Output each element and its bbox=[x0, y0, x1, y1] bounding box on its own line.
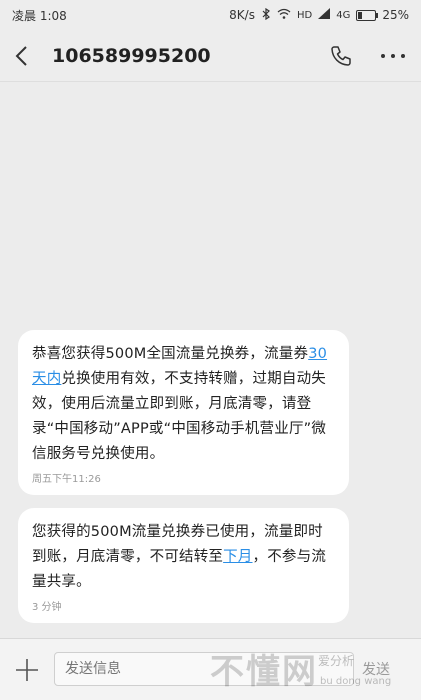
status-bar: 凌晨 1:08 8K/s HD 4G 25% bbox=[0, 0, 421, 30]
message-text: 您获得的500M流量兑换券已使用，流量即时到账，月底清零，不可结转至下月，不参与… bbox=[32, 520, 335, 595]
network-speed: 8K/s bbox=[229, 8, 255, 22]
conversation-header: 106589995200 bbox=[0, 30, 421, 82]
message-text-segment: 兑换使用有效，不支持转赠，过期自动失效，使用后流量立即到账，月底清零，请登录“中… bbox=[32, 371, 327, 462]
status-icons: 8K/s HD 4G 25% bbox=[229, 7, 409, 23]
more-dots-icon bbox=[381, 53, 405, 58]
hd-label: HD bbox=[296, 9, 313, 21]
battery-percent: 25% bbox=[382, 8, 409, 22]
message-timestamp: 周五下午11:26 bbox=[32, 474, 101, 485]
header-actions bbox=[327, 42, 407, 70]
back-button[interactable] bbox=[14, 42, 42, 70]
message-input[interactable] bbox=[54, 652, 354, 686]
battery-icon bbox=[356, 9, 379, 21]
message-timestamp: 3 分钟 bbox=[32, 602, 62, 613]
composer-bar: 发送 bbox=[0, 638, 421, 700]
message-bubble[interactable]: 恭喜您获得500M全国流量兑换券，流量券30天内兑换使用有效，不支持转赠，过期自… bbox=[18, 330, 349, 495]
message-bubble[interactable]: 您获得的500M流量兑换券已使用，流量即时到账，月底清零，不可结转至下月，不参与… bbox=[18, 508, 349, 623]
phone-icon bbox=[331, 45, 351, 66]
contact-number: 106589995200 bbox=[52, 44, 211, 67]
battery-fill bbox=[358, 11, 363, 19]
message-text: 恭喜您获得500M全国流量兑换券，流量券30天内兑换使用有效，不支持转赠，过期自… bbox=[32, 342, 335, 467]
message-link[interactable]: 下月 bbox=[223, 549, 252, 565]
chevron-left-icon bbox=[15, 45, 27, 66]
plus-icon bbox=[16, 659, 38, 681]
wifi-icon bbox=[277, 8, 291, 22]
more-button[interactable] bbox=[379, 42, 407, 70]
network-type: 4G bbox=[336, 9, 351, 21]
bluetooth-icon bbox=[261, 7, 271, 23]
message-text-segment: 恭喜您获得500M全国流量兑换券，流量券 bbox=[32, 346, 309, 362]
status-time: 凌晨 1:08 bbox=[12, 8, 67, 23]
signal-icon bbox=[318, 8, 331, 22]
call-button[interactable] bbox=[327, 42, 355, 70]
send-button[interactable]: 发送 bbox=[362, 659, 390, 679]
add-attachment-button[interactable] bbox=[14, 657, 40, 683]
